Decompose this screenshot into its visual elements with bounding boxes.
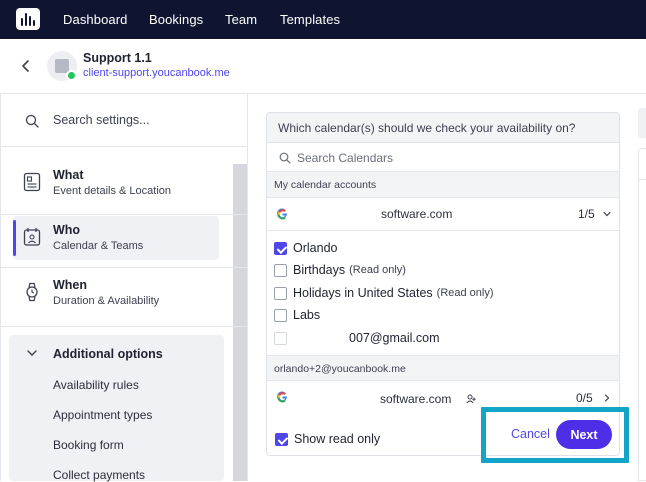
google-icon: [277, 208, 288, 220]
calendar-item-holidays[interactable]: Holidays in United States (Read only): [274, 283, 494, 303]
calendar-name: Birthdays: [293, 263, 346, 277]
search-icon: [25, 114, 39, 128]
chevron-down-icon[interactable]: [603, 210, 611, 218]
read-only-note: (Read only): [436, 287, 494, 299]
group-label: My calendar accounts: [274, 179, 377, 191]
search-icon: [279, 152, 291, 164]
calendar-search-input[interactable]: Search Calendars: [297, 151, 393, 165]
page-header: Support 1.1 client-support.youcanbook.me: [0, 39, 646, 94]
account-email: software.com: [380, 392, 452, 406]
shared-users-icon: [466, 394, 476, 404]
account-count: 1/5: [578, 207, 595, 221]
account-count: 0/5: [576, 391, 593, 405]
nav-templates[interactable]: Templates: [280, 12, 340, 27]
account-email: software.com: [381, 207, 453, 221]
side-panel-header: [638, 108, 646, 138]
calendar-name: Holidays in United States: [293, 286, 433, 300]
option-collect-payments[interactable]: Collect payments: [53, 468, 145, 482]
back-arrow-icon[interactable]: [20, 59, 32, 73]
calendar-checkbox[interactable]: [274, 286, 287, 300]
calendar-item-gmail[interactable]: 007@gmail.com: [274, 328, 440, 348]
calendar-search[interactable]: Search Calendars: [267, 143, 619, 172]
top-navigation: Dashboard Bookings Team Templates: [0, 0, 646, 39]
sidebar-item-who[interactable]: Who Calendar & Teams: [13, 216, 219, 260]
settings-search-input[interactable]: Search settings...: [53, 113, 150, 127]
calendar-checkbox[interactable]: [274, 263, 287, 277]
document-icon: [23, 172, 41, 192]
sidebar-item-subtitle: Duration & Availability: [53, 295, 160, 307]
chevron-down-icon[interactable]: [27, 349, 37, 357]
calendar-checkbox[interactable]: [274, 308, 287, 322]
page-link[interactable]: client-support.youcanbook.me: [83, 67, 230, 79]
nav-team[interactable]: Team: [225, 12, 257, 27]
additional-options-title[interactable]: Additional options: [53, 347, 163, 361]
group-secondary-account: orlando+2@youcanbook.me: [267, 355, 619, 381]
status-online-icon: [66, 70, 77, 81]
page-title: Support 1.1: [83, 51, 152, 65]
app-logo-icon[interactable]: [16, 8, 40, 30]
divider: [1, 214, 248, 215]
sidebar-item-title: Who: [53, 223, 81, 237]
additional-options-section: Additional options Availability rules Ap…: [9, 335, 224, 482]
sidebar-item-subtitle: Event details & Location: [53, 185, 172, 197]
cancel-button[interactable]: Cancel: [511, 427, 550, 441]
calendar-question-text: Which calendar(s) should we check your a…: [278, 121, 576, 135]
sidebar-item-subtitle: Calendar & Teams: [53, 240, 144, 252]
sidebar-scrollbar[interactable]: [233, 164, 247, 481]
side-panel: [638, 148, 646, 481]
watch-icon: [26, 282, 38, 302]
settings-sidebar: Search settings... What Event details & …: [0, 94, 248, 482]
calendar-name: Orlando: [293, 241, 338, 255]
google-icon: [277, 391, 288, 403]
nav-dashboard[interactable]: Dashboard: [63, 12, 128, 27]
next-button[interactable]: Next: [556, 420, 612, 449]
sidebar-item-title: What: [53, 168, 84, 182]
calendar-checkbox[interactable]: [274, 241, 287, 255]
option-availability-rules[interactable]: Availability rules: [53, 378, 139, 392]
calendar-item-birthdays[interactable]: Birthdays (Read only): [274, 260, 406, 280]
show-read-only-checkbox[interactable]: [275, 433, 288, 446]
calendar-name: 007@gmail.com: [349, 331, 440, 345]
show-read-only-label[interactable]: Show read only: [294, 432, 380, 446]
sidebar-item-what[interactable]: What Event details & Location: [13, 161, 219, 205]
sidebar-item-title: When: [53, 278, 88, 292]
group-my-calendar-accounts: My calendar accounts: [267, 172, 619, 198]
nav-bookings[interactable]: Bookings: [149, 12, 203, 27]
calendar-question: Which calendar(s) should we check your a…: [267, 113, 619, 143]
option-booking-form[interactable]: Booking form: [53, 438, 124, 452]
calendar-item-orlando[interactable]: Orlando: [274, 238, 337, 258]
divider: [1, 267, 248, 268]
read-only-note: (Read only): [349, 264, 406, 276]
calendar-name: Labs: [293, 308, 321, 322]
option-appointment-types[interactable]: Appointment types: [53, 408, 152, 422]
chevron-right-icon[interactable]: [603, 394, 611, 402]
calendar-selector-card: Which calendar(s) should we check your a…: [266, 112, 620, 456]
calendar-item-labs[interactable]: Labs: [274, 305, 320, 325]
calendar-user-icon: [23, 228, 41, 246]
sidebar-item-when[interactable]: When Duration & Availability: [13, 271, 219, 315]
account-row[interactable]: software.com 1/5: [267, 198, 619, 231]
group-label: orlando+2@youcanbook.me: [274, 363, 406, 375]
calendar-checkbox[interactable]: [274, 331, 287, 345]
divider: [1, 326, 248, 327]
settings-search[interactable]: Search settings...: [1, 94, 248, 147]
